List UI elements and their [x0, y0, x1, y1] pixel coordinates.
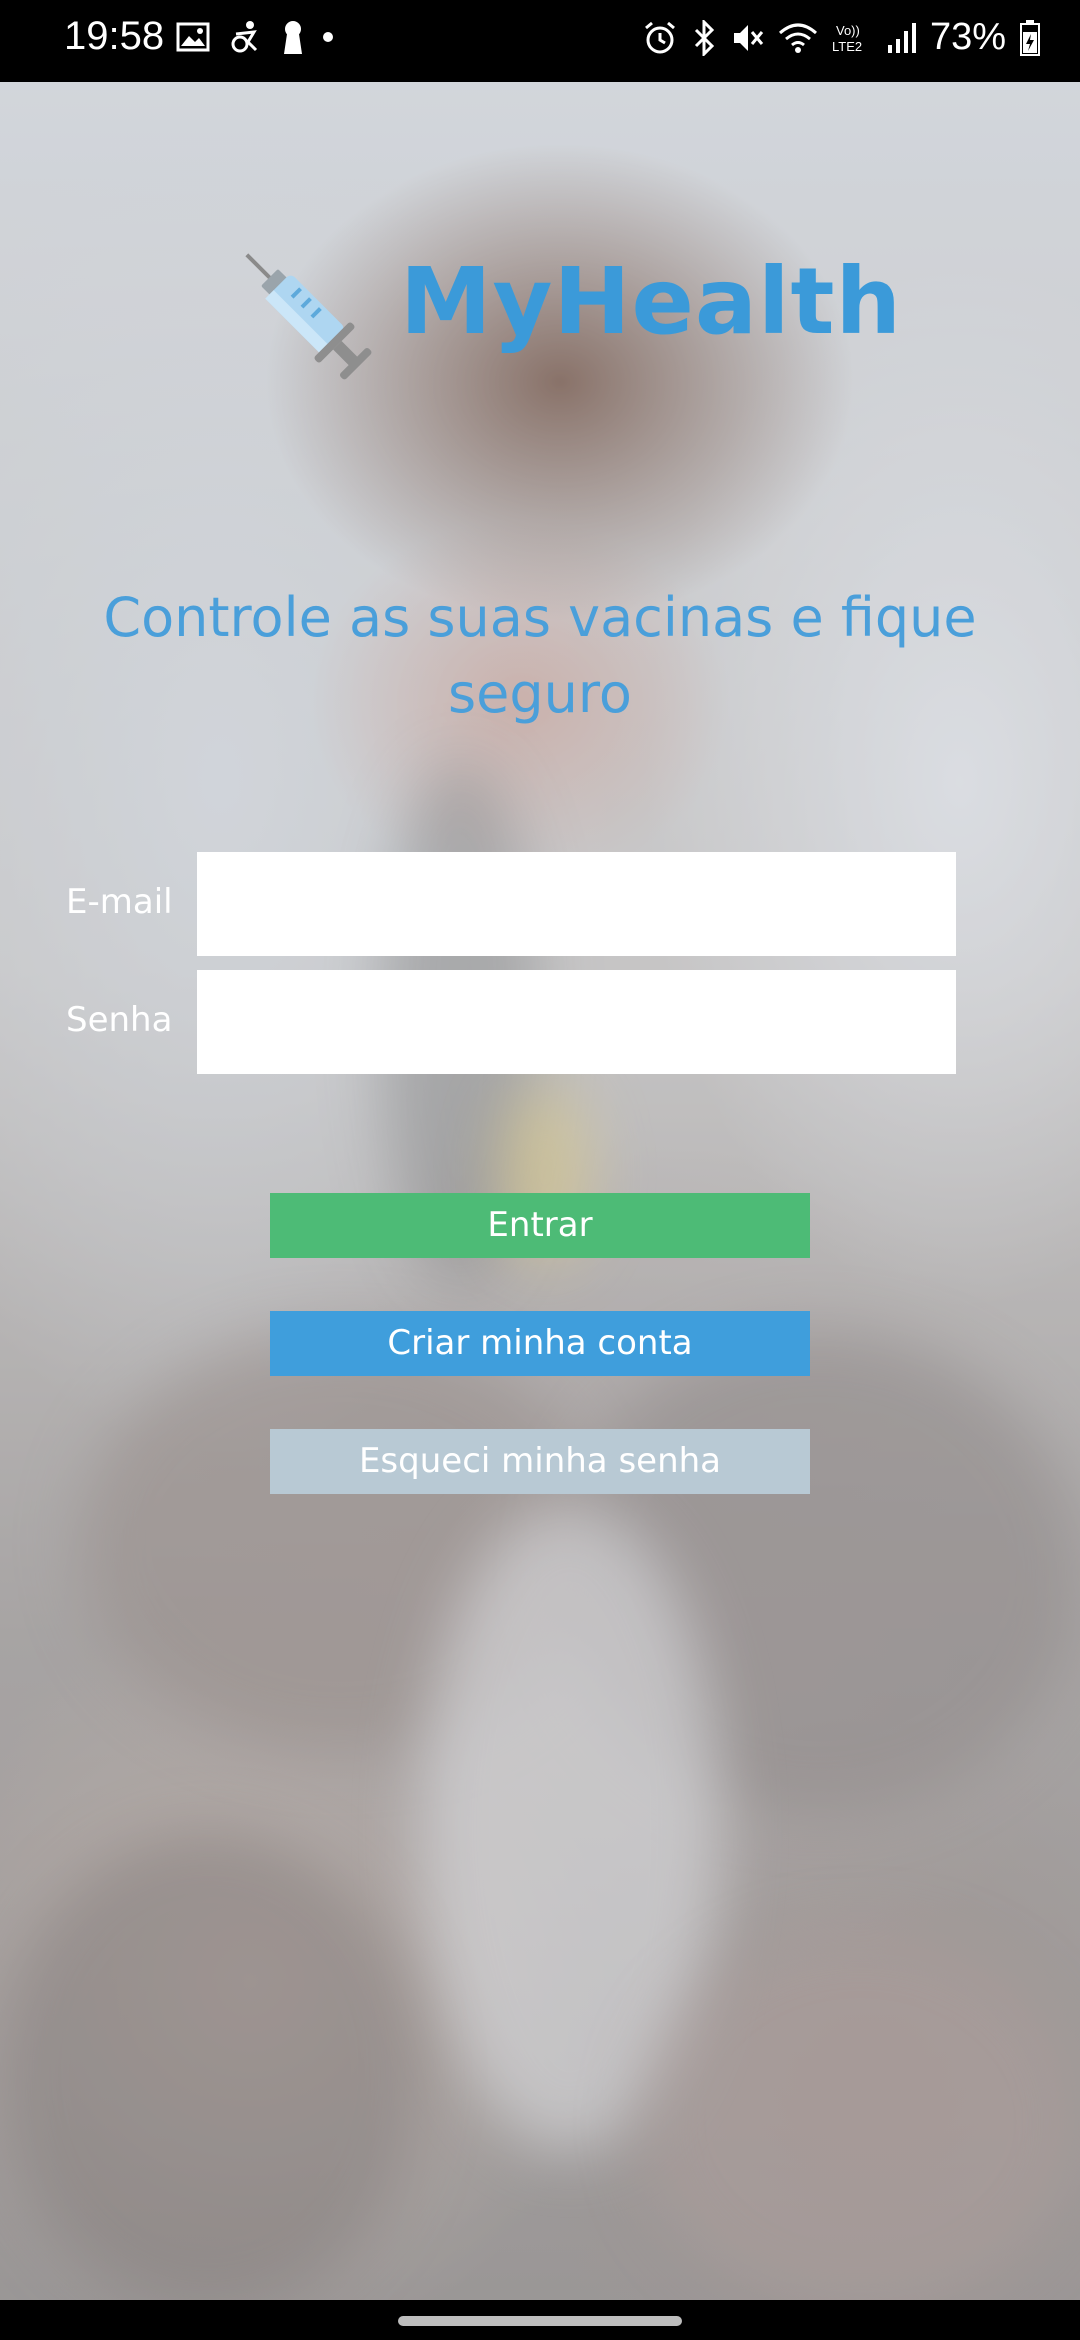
image-icon	[176, 22, 210, 52]
status-time: 19:58	[64, 14, 165, 58]
volte-icon: Vo)) LTE2	[832, 23, 862, 54]
password-field[interactable]	[197, 970, 956, 1074]
mute-icon	[733, 24, 764, 51]
login-screen: 19:58 Vo)) LTE2 73% MyHealth Controle as…	[0, 0, 1080, 2340]
battery-icon	[1020, 19, 1040, 56]
create-account-button[interactable]: Criar minha conta	[270, 1311, 810, 1376]
svg-text:LTE2: LTE2	[832, 39, 862, 54]
tagline: Controle as suas vacinas e fique seguro	[103, 586, 977, 725]
alarm-icon	[644, 21, 675, 53]
status-bar: 19:58 Vo)) LTE2 73%	[0, 0, 1080, 82]
battery-percent: 73%	[929, 16, 1006, 58]
background-photo	[0, 82, 1080, 2300]
navigation-bar	[0, 2300, 1080, 2340]
wifi-icon	[778, 23, 817, 53]
email-label: E-mail	[66, 882, 173, 922]
password-label: Senha	[66, 1000, 173, 1040]
signal-icon	[887, 22, 916, 53]
bluetooth-icon	[694, 19, 715, 56]
syringe-logo-icon	[245, 253, 372, 380]
status-left-icons	[176, 20, 334, 54]
forgot-password-button[interactable]: Esqueci minha senha	[270, 1429, 810, 1494]
keyhole-icon	[284, 21, 302, 54]
home-indicator[interactable]	[398, 2316, 682, 2326]
status-right-icons: Vo)) LTE2 73%	[642, 16, 1040, 59]
email-field[interactable]	[197, 852, 956, 956]
accessibility-icon	[231, 21, 258, 53]
dot-icon	[323, 32, 333, 42]
app-title: MyHealth	[400, 248, 903, 355]
login-button[interactable]: Entrar	[270, 1193, 810, 1258]
svg-text:Vo)): Vo))	[836, 23, 860, 38]
